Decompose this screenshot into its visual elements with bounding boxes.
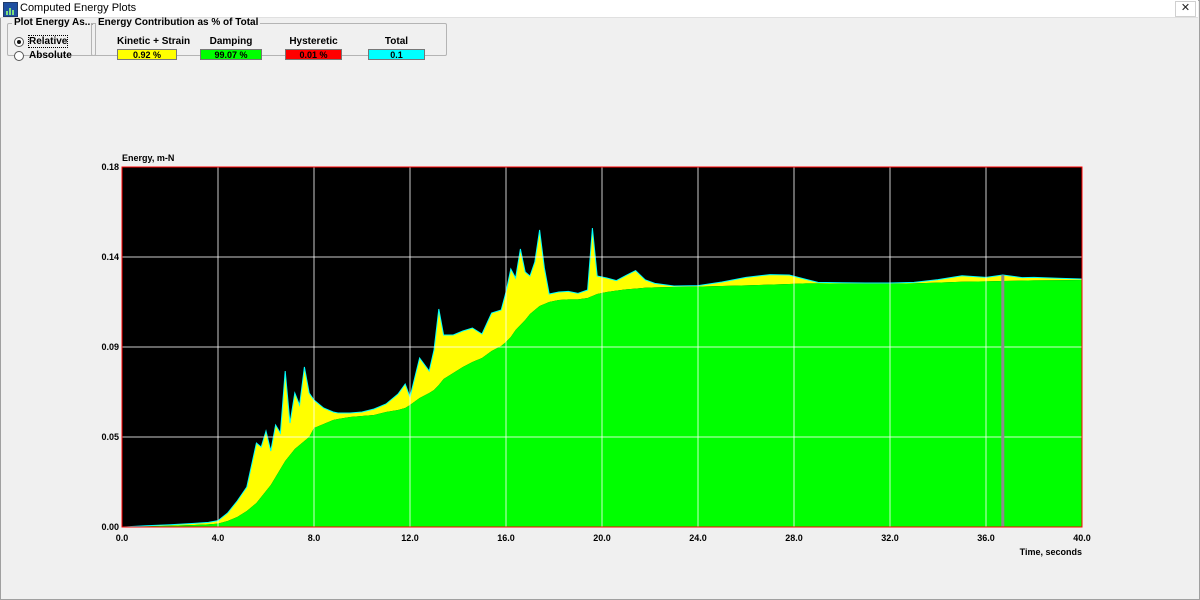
y-tick-label: 0.05 bbox=[101, 432, 119, 442]
x-tick-label: 36.0 bbox=[977, 533, 995, 543]
x-tick-label: 40.0 bbox=[1073, 533, 1091, 543]
x-tick-label: 4.0 bbox=[212, 533, 225, 543]
x-tick-label: 24.0 bbox=[689, 533, 707, 543]
y-axis-label: Energy, m-N bbox=[122, 153, 174, 163]
y-tick-label: 0.00 bbox=[101, 522, 119, 532]
x-tick-label: 8.0 bbox=[308, 533, 321, 543]
x-tick-label: 12.0 bbox=[401, 533, 419, 543]
x-tick-label: 16.0 bbox=[497, 533, 515, 543]
y-tick-label: 0.18 bbox=[101, 162, 119, 172]
y-tick-label: 0.14 bbox=[101, 252, 119, 262]
y-tick-label: 0.09 bbox=[101, 342, 119, 352]
x-axis-label: Time, seconds bbox=[1020, 547, 1082, 557]
x-tick-label: 32.0 bbox=[881, 533, 899, 543]
x-tick-label: 28.0 bbox=[785, 533, 803, 543]
x-tick-label: 0.0 bbox=[116, 533, 129, 543]
x-tick-label: 20.0 bbox=[593, 533, 611, 543]
energy-chart: 0.0 4.0 8.0 12.0 16.0 20.0 24.0 28.0 32.0 36.0 40.… bbox=[101, 153, 1091, 557]
